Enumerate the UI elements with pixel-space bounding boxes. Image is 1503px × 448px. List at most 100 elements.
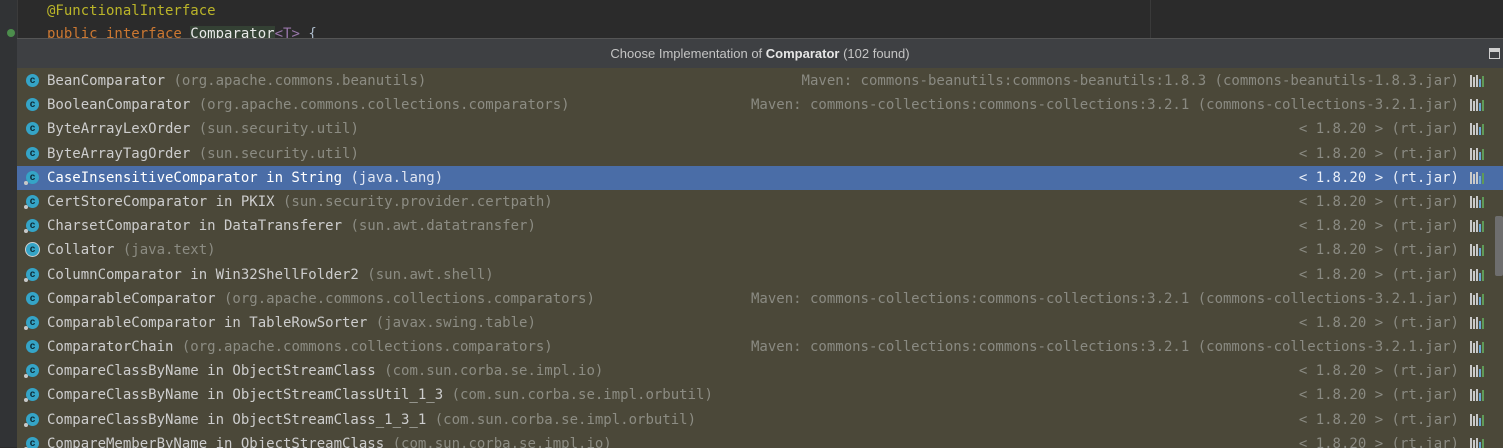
class-icon: c: [24, 267, 39, 282]
list-item[interactable]: c ComparableComparator (org.apache.common…: [17, 287, 1503, 311]
library-icon: [1470, 437, 1484, 448]
right-margin-guide: [1150, 0, 1151, 38]
class-icon: c: [24, 436, 39, 448]
package-name: (javax.swing.table): [367, 314, 536, 331]
class-name-text: ComparableComparator: [47, 290, 216, 307]
class-name-text: BooleanComparator: [47, 97, 191, 114]
popup-title-count: (102 found): [839, 46, 910, 61]
library-location: Maven: commons-collections:commons-colle…: [750, 290, 1459, 307]
class-name: CharsetComparator in DataTransferer (sun…: [47, 214, 536, 238]
library-location: < 1.8.20 > (rt.jar): [1298, 387, 1459, 404]
class-name: BooleanComparator (org.apache.commons.co…: [47, 93, 570, 117]
package-name: (org.apache.commons.collections.comparat…: [173, 339, 553, 356]
list-item[interactable]: c CompareClassByName in ObjectStreamClass…: [17, 359, 1503, 383]
list-item[interactable]: c Collator (java.text) < 1.8.20 > (rt.jar): [17, 238, 1503, 262]
package-name: (org.apache.commons.beanutils): [165, 73, 427, 89]
list-item[interactable]: c ByteArrayTagOrder (sun.security.util) < …: [17, 142, 1503, 166]
list-item[interactable]: c ColumnComparator in Win32ShellFolder2 (…: [17, 263, 1503, 287]
library-location: < 1.8.20 > (rt.jar): [1298, 242, 1459, 259]
package-name: (org.apache.commons.collections.comparat…: [190, 97, 570, 114]
class-name-text: CompareClassByName in ObjectStreamClassU…: [47, 387, 444, 404]
class-name: ComparableComparator in TableRowSorter (…: [47, 311, 536, 335]
class-name: CompareClassByName in ObjectStreamClass_…: [47, 408, 696, 432]
class-icon: c: [24, 315, 39, 330]
library-location: < 1.8.20 > (rt.jar): [1298, 121, 1459, 138]
class-icon: c: [24, 364, 39, 379]
list-item[interactable]: c BeanComparator (org.apache.commons.bean…: [17, 69, 1503, 93]
list-item[interactable]: c ComparatorChain (org.apache.commons.col…: [17, 335, 1503, 359]
class-icon: c: [24, 219, 39, 234]
class-icon: c: [26, 243, 39, 257]
class-name: ComparatorChain (org.apache.commons.coll…: [47, 335, 553, 359]
library-location: < 1.8.20 > (rt.jar): [1298, 218, 1459, 235]
implementation-chooser-popup: Choose Implementation of Comparator (102…: [17, 38, 1503, 448]
library-location: < 1.8.20 > (rt.jar): [1298, 266, 1459, 283]
library-icon: [1470, 341, 1484, 354]
popup-title-prefix: Choose Implementation of: [610, 46, 766, 61]
list-item[interactable]: c CertStoreComparator in PKIX (sun.securi…: [17, 190, 1503, 214]
library-location: Maven: commons-collections:commons-colle…: [750, 339, 1459, 356]
open-in-find-window-icon[interactable]: [1489, 48, 1500, 59]
library-location: < 1.8.20 > (rt.jar): [1298, 145, 1459, 162]
library-icon: [1470, 171, 1484, 184]
popup-title-name: Comparator: [765, 46, 840, 61]
package-name: (java.lang): [342, 169, 444, 186]
class-name-text: ByteArrayTagOrder: [47, 145, 191, 162]
library-icon: [1470, 99, 1484, 112]
class-name-text: CompareClassByName in ObjectStreamClass: [47, 363, 376, 380]
class-name-text: Collator: [47, 242, 115, 259]
list-item[interactable]: c CompareMemberByName in ObjectStreamClas…: [17, 432, 1503, 448]
package-name: (com.sun.corba.se.impl.io): [375, 363, 604, 380]
class-name-text: CertStoreComparator in PKIX: [47, 193, 275, 210]
class-name: CertStoreComparator in PKIX (sun.securit…: [47, 190, 553, 214]
library-location: < 1.8.20 > (rt.jar): [1298, 435, 1459, 448]
library-icon: [1470, 123, 1484, 136]
class-name: CompareMemberByName in ObjectStreamClass…: [47, 432, 612, 448]
list-item[interactable]: c CharsetComparator in DataTransferer (su…: [17, 214, 1503, 238]
package-name: (com.sun.corba.se.impl.orbutil): [426, 411, 697, 428]
library-icon: [1470, 147, 1484, 160]
library-location: < 1.8.20 > (rt.jar): [1298, 169, 1459, 186]
scrollbar-thumb[interactable]: [1495, 216, 1503, 276]
library-icon: [1470, 268, 1484, 281]
code-line-annotation: @FunctionalInterface: [47, 3, 216, 19]
package-name: (sun.awt.datatransfer): [342, 218, 536, 235]
library-icon: [1470, 365, 1484, 378]
library-icon: [1470, 220, 1484, 233]
list-item[interactable]: c CompareClassByName in ObjectStreamClass…: [17, 408, 1503, 432]
class-name: CompareClassByName in ObjectStreamClass …: [47, 359, 603, 383]
package-name: (com.sun.corba.se.impl.orbutil): [443, 387, 713, 404]
library-icon: [1470, 389, 1484, 402]
list-item[interactable]: c BooleanComparator (org.apache.commons.c…: [17, 93, 1503, 117]
editor-gutter: [0, 0, 18, 447]
library-location: Maven: commons-collections:commons-colle…: [750, 97, 1459, 114]
class-name: BeanComparator (org.apache.commons.beanu…: [47, 69, 426, 93]
library-icon: [1470, 413, 1484, 426]
class-name: ByteArrayLexOrder (sun.security.util): [47, 117, 359, 141]
package-name: (org.apache.commons.collections.comparat…: [215, 290, 595, 307]
package-name: (sun.security.util): [190, 121, 359, 138]
implemented-marker-icon[interactable]: [7, 29, 15, 37]
list-item[interactable]: c CompareClassByName in ObjectStreamClass…: [17, 383, 1503, 407]
library-icon: [1470, 75, 1484, 87]
library-location: < 1.8.20 > (rt.jar): [1298, 314, 1459, 331]
list-item[interactable]: c CaseInsensitiveComparator in String (ja…: [17, 165, 1503, 190]
list-item[interactable]: c ComparableComparator in TableRowSorter …: [17, 311, 1503, 335]
class-name-text: ComparatorChain: [47, 339, 174, 356]
class-name-text: ByteArrayLexOrder: [47, 121, 191, 138]
class-name-text: ColumnComparator in Win32ShellFolder2: [47, 266, 359, 283]
class-icon: c: [26, 291, 39, 305]
class-icon: c: [26, 340, 39, 354]
class-name-text: ComparableComparator in TableRowSorter: [47, 314, 368, 331]
library-location: < 1.8.20 > (rt.jar): [1298, 363, 1459, 380]
list-item[interactable]: c ByteArrayLexOrder (sun.security.util) < …: [17, 117, 1503, 141]
package-name: (com.sun.corba.se.impl.io): [384, 435, 612, 448]
class-name-text: CompareClassByName in ObjectStreamClass_…: [47, 411, 427, 428]
class-icon: c: [24, 412, 39, 427]
library-location: < 1.8.20 > (rt.jar): [1298, 193, 1459, 210]
class-name: Collator (java.text): [47, 238, 216, 262]
library-location: Maven: commons-beanutils:commons-beanuti…: [801, 73, 1459, 89]
library-location: < 1.8.20 > (rt.jar): [1298, 411, 1459, 428]
class-icon: c: [26, 122, 39, 136]
library-icon: [1470, 316, 1484, 329]
